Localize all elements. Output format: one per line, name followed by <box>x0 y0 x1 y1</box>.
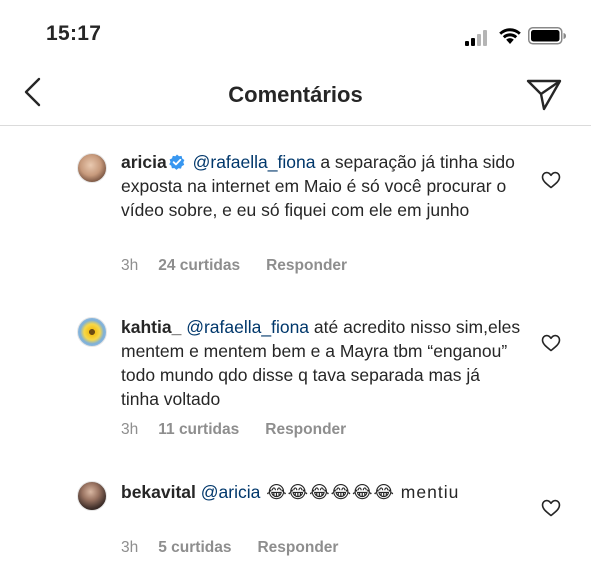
comment-text: bekavital @aricia 😂😂😂😂😂😂 mentiu <box>121 480 521 504</box>
comment-meta: 3h 11 curtidas Responder <box>121 421 346 439</box>
heart-icon <box>541 499 561 517</box>
avatar[interactable] <box>77 153 107 183</box>
share-button[interactable] <box>525 76 563 112</box>
like-button[interactable] <box>541 499 561 517</box>
comment-username[interactable]: aricia <box>121 152 167 172</box>
comment-time: 3h <box>121 257 139 274</box>
battery-icon <box>528 27 566 45</box>
page-title: Comentários <box>228 82 363 107</box>
comment-meta: 3h 5 curtidas Responder <box>121 539 338 557</box>
send-icon <box>526 79 562 111</box>
comment-mention[interactable]: @aricia <box>201 482 261 502</box>
comment-time: 3h <box>121 539 139 556</box>
comment-time: 3h <box>121 421 139 438</box>
comment-mention[interactable]: @rafaella_fiona <box>193 152 316 172</box>
likes-count[interactable]: 5 curtidas <box>158 539 231 557</box>
comment-text: kahtia_ @rafaella_fiona até acredito nis… <box>121 315 521 411</box>
heart-icon <box>541 171 561 189</box>
status-time: 15:17 <box>46 22 102 45</box>
avatar[interactable] <box>77 481 107 511</box>
wifi-icon <box>499 28 521 44</box>
navigation-bar: Comentários <box>0 58 591 126</box>
comment-meta: 3h 24 curtidas Responder <box>121 257 347 275</box>
comment-username[interactable]: bekavital <box>121 482 196 502</box>
avatar[interactable] <box>77 317 107 347</box>
like-button[interactable] <box>541 334 561 352</box>
status-bar: 15:17 <box>0 0 591 58</box>
verified-badge-icon <box>168 154 185 170</box>
comment-message: 😂😂😂😂😂😂 mentiu <box>260 482 460 502</box>
reply-button[interactable]: Responder <box>266 257 347 275</box>
comment-message: até acredito nisso sim,eles mentem e men… <box>121 317 521 409</box>
likes-count[interactable]: 24 curtidas <box>158 257 240 275</box>
comment-username[interactable]: kahtia_ <box>121 317 181 337</box>
like-button[interactable] <box>541 171 561 189</box>
reply-button[interactable]: Responder <box>257 539 338 557</box>
comment-mention[interactable]: @rafaella_fiona <box>186 317 309 337</box>
cellular-signal-icon <box>465 30 487 46</box>
comment-text: aricia @rafaella_fiona a separação já ti… <box>121 150 521 222</box>
heart-icon <box>541 334 561 352</box>
likes-count[interactable]: 11 curtidas <box>158 421 239 439</box>
reply-button[interactable]: Responder <box>265 421 346 439</box>
